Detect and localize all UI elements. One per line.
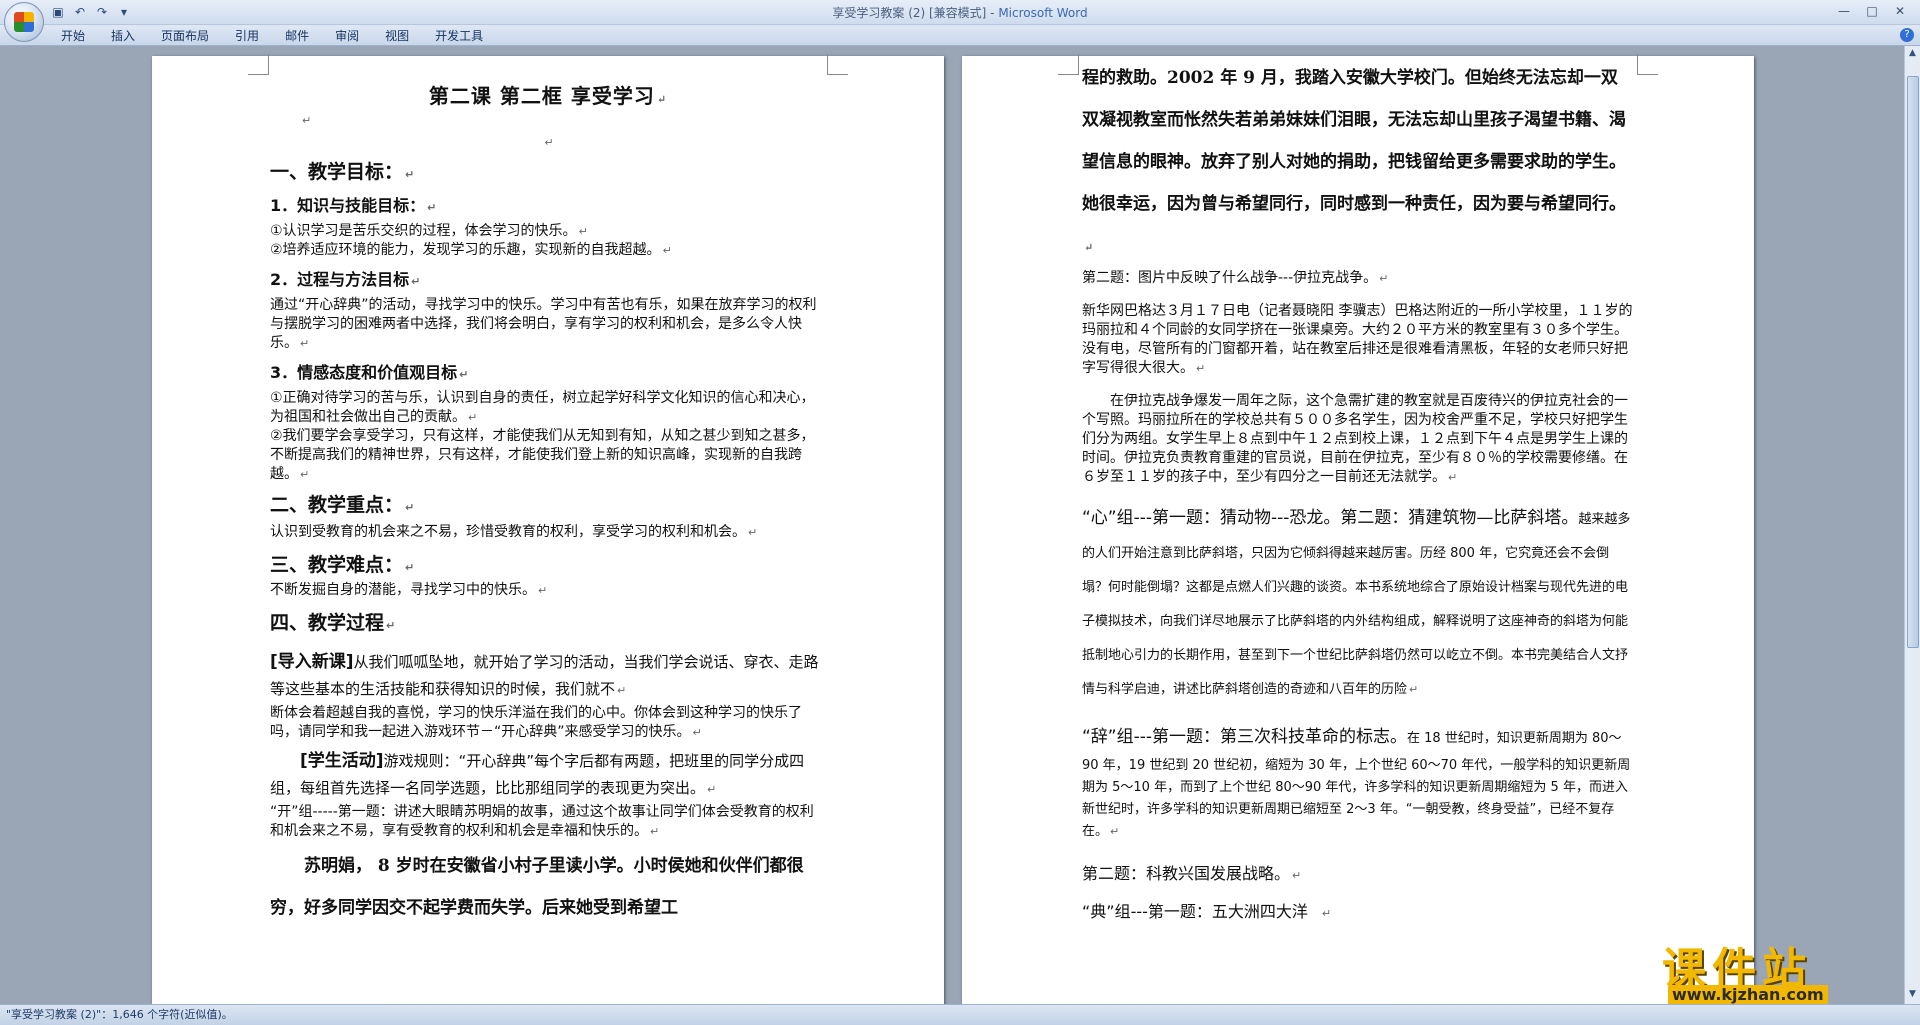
paragraph: ①认识学习是苦乐交织的过程，体会学习的快乐。 ↵ <box>270 223 588 239</box>
paragraph: ②培养适应环境的能力，发现学习的乐趣，实现新的自我超越。 ↵ <box>270 242 672 258</box>
document-page-2[interactable]: 程的救助。2002 年 9 月，我踏入安徽大学校门。但始终无法忘却一双双凝视教室… <box>962 54 1754 1005</box>
paragraph: 第二题：科教兴国发展战略。 ↵ <box>1082 864 1302 883</box>
tab-mailings[interactable]: 邮件 <box>272 28 322 44</box>
scroll-down-icon[interactable]: ▼ <box>1905 989 1920 1003</box>
paragraph: 通过“开心辞典”的活动，寻找学习中的快乐。学习中有苦也有乐，如果在放弃学习的权利… <box>270 297 817 351</box>
paragraph-news: 在伊拉克战争爆发一周年之际，这个急需扩建的教室就是百废待兴的伊拉克社会的一个写照… <box>1082 393 1628 485</box>
watermark-url: www.kjzhan.com <box>1668 985 1828 1004</box>
status-text: "享受学习教案 (2)"：1,646 个字符(近似值)。 <box>6 1008 233 1021</box>
ribbon-tabs: 开始 插入 页面布局 引用 邮件 审阅 视图 开发工具 <box>48 28 496 44</box>
ribbon: 开始 插入 页面布局 引用 邮件 审阅 视图 开发工具 ? <box>0 25 1920 46</box>
tab-page-layout[interactable]: 页面布局 <box>148 28 222 44</box>
heading-objectives: 一、教学目标： ↵ <box>270 161 415 183</box>
office-button[interactable] <box>4 2 44 42</box>
office-logo-icon <box>14 12 34 32</box>
paragraph: 认识到受教育的机会来之不易，珍惜受教育的权利，享受学习的权利和机会。 ↵ <box>270 524 758 540</box>
tab-view[interactable]: 视图 <box>372 28 422 44</box>
heading-key-points: 二、教学重点： ↵ <box>270 494 415 516</box>
heading-process-steps: 四、教学过程 ↵ <box>270 612 396 634</box>
tab-insert[interactable]: 插入 <box>98 28 148 44</box>
heading-difficulties: 三、教学难点： ↵ <box>270 554 415 576</box>
document-title: 第二课 第二框 享受学习 ↵ <box>428 84 668 108</box>
paragraph-intro: [导入新课]从我们呱呱坠地，就开始了学习的活动，当我们学会说话、穿衣、走路等这些… <box>270 652 819 698</box>
document-page-1[interactable]: 第二课 第二框 享受学习 ↵ ↵ ↵ 一、教学目标： ↵ 1．知识与技能目标： ↵ ①… <box>152 54 944 1005</box>
empty-paragraph: ↵ <box>302 114 312 127</box>
heading-knowledge: 1．知识与技能目标： ↵ <box>270 196 437 215</box>
page-content: 程的救助。2002 年 9 月，我踏入安徽大学校门。但始终无法忘却一双双凝视教室… <box>1082 56 1634 931</box>
paragraph-ci: “辞”组---第一题：第三次科技革命的标志。在 18 世纪时，知识更新周期为 8… <box>1082 727 1631 839</box>
heading-process: 2．过程与方法目标 ↵ <box>270 270 421 289</box>
window-title: 享受学习教案 (2) [兼容模式] - Microsoft Word <box>832 6 1088 20</box>
paragraph: ①正确对待学习的苦与乐，认识到自身的责任，树立起学好科学文化知识的信心和决心，为… <box>270 390 815 425</box>
empty-paragraph: ↵ <box>544 136 554 149</box>
paragraph-story: 苏明娟， 8 岁时在安徽省小村子里读小学。小时侯她和伙伴们都很穷，好多同学因交不… <box>270 856 804 918</box>
minimize-button[interactable]: — <box>1830 2 1858 20</box>
paragraph: 第二题：图片中反映了什么战争---伊拉克战争。 ↵ <box>1082 270 1389 286</box>
tab-review[interactable]: 审阅 <box>322 28 372 44</box>
paragraph: “典”组---第一题：五大洲四大洋 ↵ <box>1082 902 1332 921</box>
paragraph-activity: [学生活动]游戏规则：“开心辞典”每个字后都有两题，把班里的同学分成四组，每组首… <box>270 751 805 797</box>
window-controls: — □ ✕ <box>1830 2 1914 20</box>
status-bar: "享受学习教案 (2)"：1,646 个字符(近似值)。 <box>0 1004 1920 1025</box>
site-watermark: 课件站 www.kjzhan.com <box>1662 933 1902 1005</box>
page-content: 第二课 第二框 享受学习 ↵ ↵ ↵ 一、教学目标： ↵ 1．知识与技能目标： ↵ ①… <box>270 56 826 929</box>
paragraph: ②我们要学会享受学习，只有这样，才能使我们从无知到有知，从知之甚少到知之甚多，不… <box>270 428 815 482</box>
scroll-up-icon[interactable]: ▲ <box>1905 48 1920 62</box>
paragraph-story-cont: 程的救助。2002 年 9 月，我踏入安徽大学校门。但始终无法忘却一双双凝视教室… <box>1082 68 1626 254</box>
crop-mark <box>1637 54 1658 75</box>
paragraph: 断体会着超越自我的喜悦，学习的快乐洋溢在我们的心中。你体会到这种学习的快乐了吗，… <box>270 705 802 740</box>
heading-attitude: 3．情感态度和价值观目标 ↵ <box>270 363 469 382</box>
paragraph-xin: “心”组---第一题：猜动物---恐龙。第二题：猜建筑物—比萨斜塔。越来越多的人… <box>1082 508 1631 697</box>
vertical-scrollbar[interactable]: ▲ ▼ <box>1904 46 1920 1005</box>
paragraph: “开”组-----第一题：讲述大眼睛苏明娟的故事，通过这个故事让同学们体会受教育… <box>270 804 814 839</box>
paragraph: 不断发掘自身的潜能，寻找学习中的快乐。 ↵ <box>270 582 548 598</box>
close-button[interactable]: ✕ <box>1886 2 1914 20</box>
scrollbar-thumb[interactable] <box>1907 76 1919 648</box>
tab-developer[interactable]: 开发工具 <box>422 28 496 44</box>
tab-references[interactable]: 引用 <box>222 28 272 44</box>
document-area[interactable]: 第二课 第二框 享受学习 ↵ ↵ ↵ 一、教学目标： ↵ 1．知识与技能目标： ↵ ①… <box>0 46 1905 1005</box>
crop-mark <box>1058 54 1079 75</box>
maximize-button[interactable]: □ <box>1858 2 1886 20</box>
crop-mark <box>248 54 269 75</box>
paragraph-news: 新华网巴格达３月１７日电（记者聂晓阳 李骥志）巴格达附近的一所小学校里，１１岁的… <box>1082 303 1633 376</box>
help-icon[interactable]: ? <box>1900 28 1914 42</box>
title-bar: ▣ ↶ ↷ ▾ 享受学习教案 (2) [兼容模式] - Microsoft Wo… <box>0 0 1920 42</box>
crop-mark <box>827 54 848 75</box>
tab-home[interactable]: 开始 <box>48 28 98 44</box>
